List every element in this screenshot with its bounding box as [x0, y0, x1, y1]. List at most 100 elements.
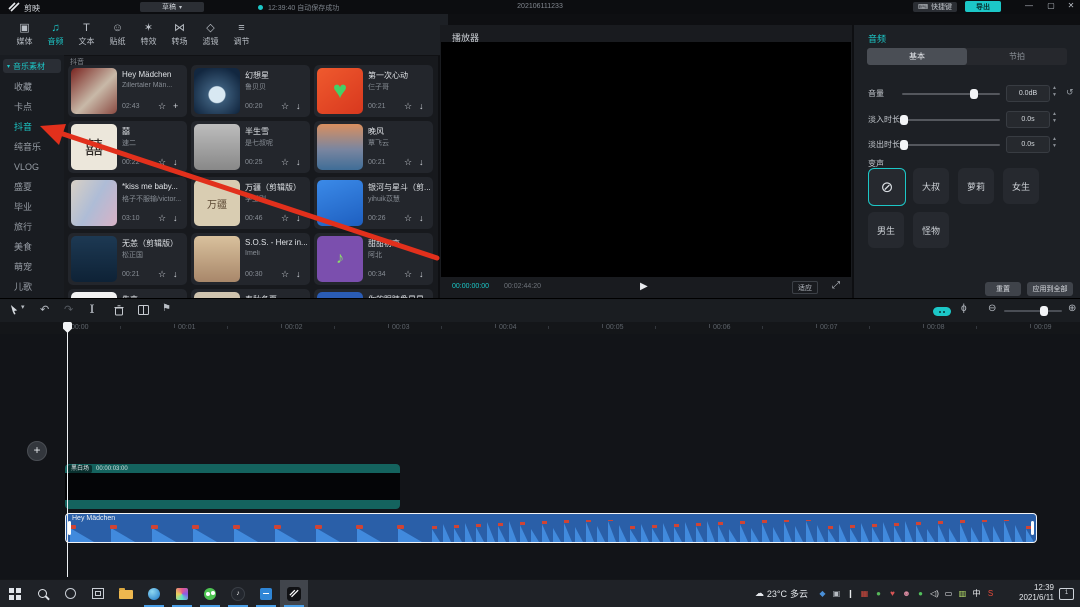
inspector-tab[interactable]: 节拍 — [967, 48, 1067, 65]
fade-out-stepper[interactable]: ▲▼ — [1052, 136, 1057, 150]
download-icon[interactable]: ↓ — [173, 269, 178, 279]
tray-icon[interactable]: S — [985, 589, 996, 598]
maximize-button[interactable]: ▢ — [1044, 1, 1058, 10]
flag-marker-icon[interactable]: ⚑ — [162, 303, 171, 314]
tray-icon[interactable]: ◆ — [817, 589, 828, 598]
ribbon-tab[interactable]: ☺ 贴纸 — [103, 22, 132, 47]
download-icon[interactable]: ↓ — [296, 269, 301, 279]
volume-stepper[interactable]: ▲▼ — [1052, 85, 1057, 99]
reset-volume-icon[interactable]: ↺ — [1066, 87, 1074, 98]
ribbon-tab[interactable]: T 文本 — [72, 22, 101, 47]
download-icon[interactable]: ↓ — [173, 157, 178, 167]
sidebar-category-item[interactable]: 旅行 — [0, 217, 64, 237]
volume-slider-handle[interactable] — [970, 89, 978, 99]
reset-button[interactable]: 重置 — [985, 282, 1021, 296]
music-card[interactable]: 晚风 覃飞云 00:21 ☆ ↓ — [314, 121, 433, 173]
sidebar-category-item[interactable]: VLOG — [0, 157, 64, 177]
sidebar-category-item[interactable]: 美食 — [0, 237, 64, 257]
favorite-star-icon[interactable]: ☆ — [281, 101, 289, 112]
fit-mode-button[interactable]: 适应 — [792, 281, 818, 294]
music-card[interactable]: 万疆（剪辑版） 李玉刚 00:46 ☆ ↓ — [191, 177, 310, 229]
tray-icon[interactable]: ▦ — [859, 589, 870, 598]
music-card[interactable]: 囍 速二 00:22 ☆ ↓ — [68, 121, 187, 173]
shortcuts-button[interactable]: ⌨ 快捷键 — [913, 2, 957, 12]
browser-button[interactable] — [140, 580, 168, 607]
black-field-clip[interactable]: 黑白场 00:00:03:00 — [65, 464, 400, 509]
add-media-button[interactable]: + — [27, 441, 47, 461]
music-card[interactable]: 无恙（剪辑版） 松正国 00:21 ☆ ↓ — [68, 233, 187, 285]
favorite-star-icon[interactable]: ☆ — [404, 157, 412, 168]
capcut-taskbar-button[interactable] — [280, 580, 308, 607]
fade-out-slider-handle[interactable] — [900, 140, 908, 150]
music-card[interactable]: 你的眼睛像星星 ☆ — [314, 289, 433, 298]
zoom-in-icon[interactable]: ⊕ — [1068, 303, 1076, 314]
favorite-star-icon[interactable]: ☆ — [158, 269, 166, 280]
sidebar-category-item[interactable]: 萌宠 — [0, 257, 64, 277]
favorite-star-icon[interactable]: ☆ — [158, 157, 166, 168]
fade-in-stepper[interactable]: ▲▼ — [1052, 111, 1057, 125]
sidebar-category-item[interactable]: 儿歌 — [0, 277, 64, 297]
play-button[interactable]: ▶ — [640, 281, 648, 292]
download-icon[interactable]: ↓ — [419, 157, 424, 167]
taskbar-clock[interactable]: 12:39 2021/6/11 — [1019, 583, 1054, 603]
tray-icon[interactable]: 中 — [971, 588, 982, 599]
fade-in-slider[interactable] — [902, 119, 1000, 121]
ribbon-tab[interactable]: ▣ 媒体 — [10, 22, 39, 47]
photos-app-button[interactable] — [168, 580, 196, 607]
fullscreen-icon[interactable]: ⤢ — [832, 280, 840, 291]
favorite-star-icon[interactable]: ☆ — [404, 101, 412, 112]
favorite-star-icon[interactable]: ☆ — [158, 101, 166, 112]
delete-icon[interactable] — [114, 305, 124, 316]
notification-center-icon[interactable]: 1 — [1059, 588, 1074, 600]
minimize-button[interactable]: — — [1022, 1, 1036, 10]
music-card[interactable]: 失恋 ☆ — [68, 289, 187, 298]
sidebar-category-item[interactable]: 纯音乐 — [0, 137, 64, 157]
sidebar-category-item[interactable]: 毕业 — [0, 197, 64, 217]
music-app-button[interactable]: ♪ — [224, 580, 252, 607]
favorite-star-icon[interactable]: ☆ — [404, 269, 412, 280]
file-explorer-button[interactable] — [112, 580, 140, 607]
cortana-button[interactable] — [56, 580, 84, 607]
notes-app-button[interactable] — [252, 580, 280, 607]
download-icon[interactable]: ↓ — [419, 213, 424, 223]
apply-to-all-button[interactable]: 应用到全部 — [1027, 282, 1073, 296]
ribbon-tab[interactable]: ♫ 音频 — [41, 22, 70, 47]
music-card[interactable]: *kiss me baby... 格子不服输/victor... 03:10 ☆… — [68, 177, 187, 229]
fade-in-value[interactable]: 0.0s — [1006, 111, 1050, 128]
volume-slider[interactable] — [902, 93, 1000, 95]
freeze-frame-icon[interactable] — [138, 305, 149, 315]
favorite-star-icon[interactable]: ☆ — [281, 213, 289, 224]
select-tool-icon[interactable] — [10, 304, 19, 315]
sidebar-category-item[interactable]: 盛夏 — [0, 177, 64, 197]
favorite-star-icon[interactable]: ☆ — [158, 213, 166, 224]
timeline-zoom-slider[interactable] — [1004, 310, 1062, 312]
tray-icon[interactable]: ◁) — [929, 589, 940, 598]
voice-option-button[interactable]: 怪物 — [913, 212, 949, 248]
ribbon-tab[interactable]: ◇ 滤镜 — [196, 22, 225, 47]
snap-toggle-icon[interactable]: ϕ — [961, 303, 967, 314]
music-card[interactable]: 幻想星 鲁贝贝 00:20 ☆ ↓ — [191, 65, 310, 117]
tray-icon[interactable]: ● — [915, 589, 926, 598]
ribbon-tab[interactable]: ✶ 特效 — [134, 22, 163, 47]
voice-option-button[interactable]: 女生 — [1003, 168, 1039, 204]
ribbon-tab[interactable]: ⋈ 转场 — [165, 22, 194, 47]
voice-none-button[interactable]: ⊘ — [868, 168, 906, 206]
voice-option-button[interactable]: 萝莉 — [958, 168, 994, 204]
volume-value[interactable]: 0.0dB — [1006, 85, 1050, 102]
tray-icon[interactable]: ❙ — [845, 589, 856, 598]
music-card[interactable]: S.O.S. - Herz in... Imeli 00:30 ☆ ↓ — [191, 233, 310, 285]
voice-option-button[interactable]: 男生 — [868, 212, 904, 248]
timeline-ruler[interactable]: 00:00 00:01 00:02 00:03 — [0, 322, 1080, 334]
download-icon[interactable]: ↓ — [296, 101, 301, 111]
voice-option-button[interactable]: 大叔 — [913, 168, 949, 204]
taskbar-search-button[interactable] — [28, 580, 56, 607]
timeline-zoom-handle[interactable] — [1040, 306, 1048, 316]
tray-icon[interactable]: ▥ — [957, 589, 968, 598]
sidebar-category-item[interactable]: 收藏 — [0, 77, 64, 97]
ribbon-tab[interactable]: ≡ 调节 — [227, 22, 256, 47]
fade-in-slider-handle[interactable] — [900, 115, 908, 125]
download-icon[interactable]: ↓ — [419, 101, 424, 111]
task-view-button[interactable] — [84, 580, 112, 607]
select-tool-chevron-icon[interactable]: ▾ — [21, 303, 25, 311]
redo-icon[interactable]: ↷ — [64, 303, 73, 316]
